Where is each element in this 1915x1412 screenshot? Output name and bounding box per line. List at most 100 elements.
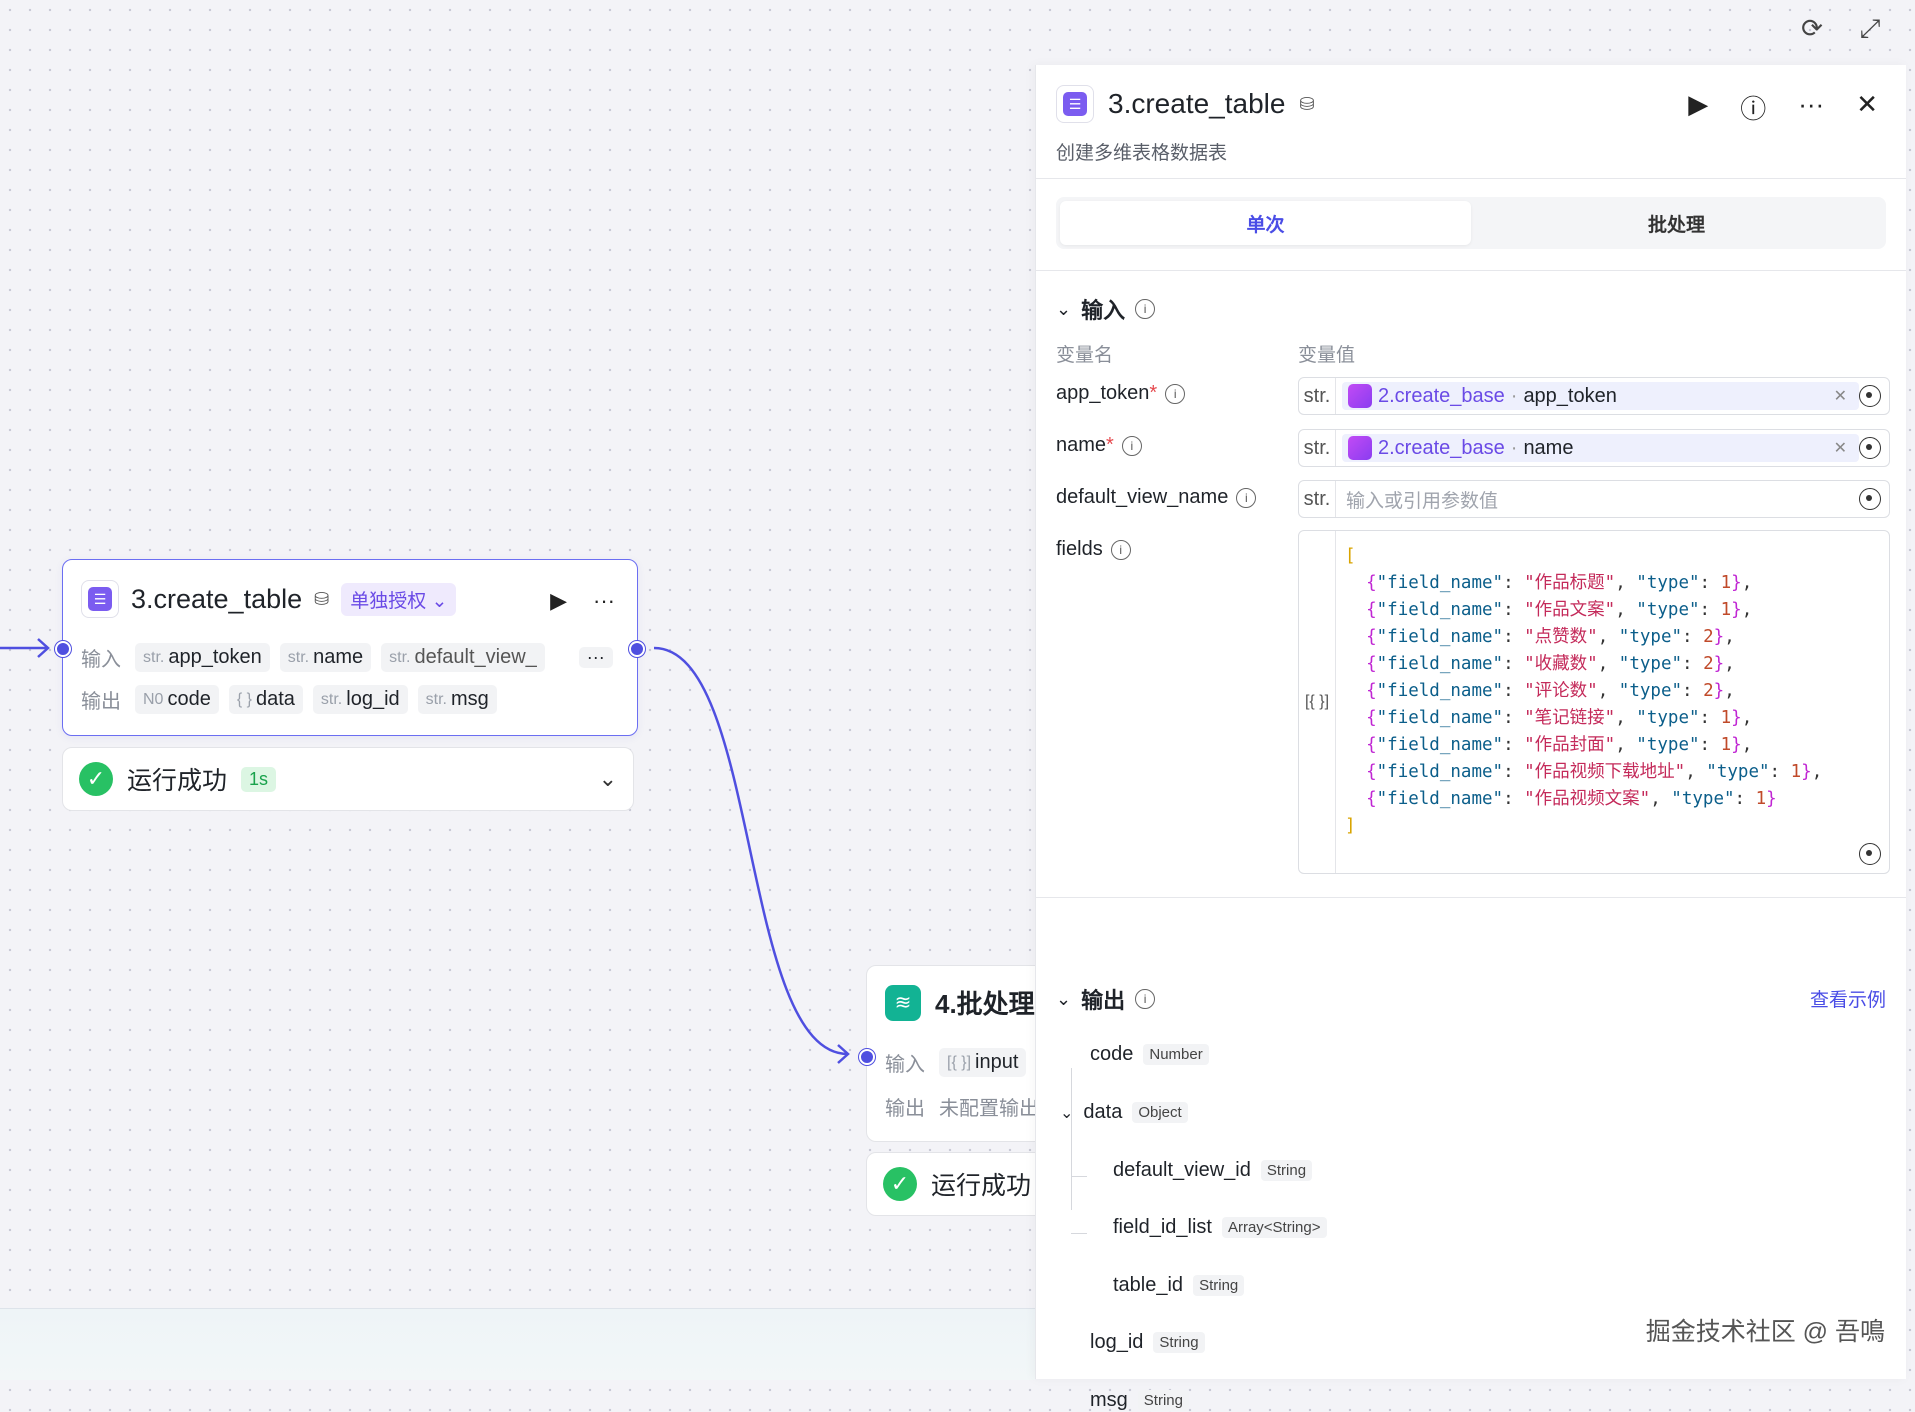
- node-title: 4.批处理: [935, 989, 1035, 1019]
- var-name-name: name* i: [1056, 434, 1142, 457]
- input-port[interactable]: [859, 1049, 875, 1065]
- divider: [1036, 270, 1906, 271]
- run-icon[interactable]: ▶: [1688, 89, 1708, 126]
- help-icon[interactable]: ⓘ: [1740, 89, 1766, 126]
- edge-incoming-arrow: [37, 638, 50, 658]
- node-output-row: 输出 N0 code { } data str. log_id str. msg: [81, 685, 497, 714]
- column-header-name: 变量名: [1056, 345, 1114, 366]
- node-header: ≋ 4.批处理: [885, 984, 1035, 1021]
- section-title: 输入: [1081, 298, 1126, 323]
- output-item-field-id-list: field_id_list Array<String>: [1113, 1216, 1327, 1239]
- tree-tick: [1071, 1176, 1087, 1177]
- status-text: 运行成功: [931, 1172, 1032, 1200]
- refresh-icon[interactable]: ⟳: [1797, 10, 1827, 46]
- chevron-down-icon[interactable]: ⌄: [1056, 989, 1071, 1010]
- plugin-icon: [1348, 384, 1372, 408]
- output-port[interactable]: [629, 641, 645, 657]
- info-icon[interactable]: i: [1236, 487, 1257, 508]
- success-check-icon: ✓: [79, 762, 113, 796]
- type-label: str.: [1299, 481, 1336, 517]
- output-label: 输出: [885, 1098, 925, 1120]
- view-example-link[interactable]: 查看示例: [1810, 985, 1886, 1012]
- database-icon: ⛁: [314, 588, 330, 609]
- info-icon[interactable]: i: [1135, 299, 1156, 319]
- node-input-row: 输入 [{ }] input: [885, 1048, 1027, 1077]
- auth-badge[interactable]: 单独授权 ⌄: [341, 582, 457, 616]
- tree-line: [1071, 1068, 1072, 1210]
- panel-actions: ▶ ⓘ ··· ✕: [1688, 89, 1878, 126]
- json-code[interactable]: [ {"field_name": "作品标题", "type": 1}, {"f…: [1345, 543, 1822, 840]
- divider: [1036, 897, 1906, 898]
- info-icon[interactable]: i: [1121, 435, 1142, 456]
- reference-tag[interactable]: 2.create_base · app_token ✕: [1342, 382, 1859, 410]
- input-label: 输入: [81, 649, 121, 671]
- var-value-default-view[interactable]: str. 输入或引用参数值: [1298, 480, 1890, 518]
- input-chip: str. default_view_: [381, 643, 545, 672]
- output-chip: str. msg: [417, 685, 497, 714]
- output-label: 输出: [81, 691, 121, 713]
- section-title: 输出: [1081, 988, 1126, 1013]
- panel-subtitle: 创建多维表格数据表: [1056, 143, 1228, 164]
- fields-json-editor[interactable]: [{ }] [ {"field_name": "作品标题", "type": 1…: [1298, 530, 1890, 874]
- run-icon[interactable]: ▶: [550, 588, 567, 614]
- chevron-down-icon[interactable]: ⌄: [599, 766, 617, 792]
- reference-picker-icon[interactable]: [1859, 843, 1881, 865]
- info-icon[interactable]: i: [1165, 383, 1186, 404]
- info-icon[interactable]: i: [1110, 539, 1131, 560]
- more-icon[interactable]: ···: [1798, 89, 1824, 126]
- mode-tabs: 单次 批处理: [1056, 197, 1886, 249]
- var-name-app-token: app_token* i: [1056, 382, 1186, 405]
- output-item-code: code Number: [1090, 1043, 1209, 1066]
- input-chip: [{ }] input: [939, 1048, 1027, 1077]
- node-title: 3.create_table: [131, 583, 303, 614]
- type-label: [{ }]: [1299, 531, 1336, 873]
- reference-picker-icon[interactable]: [1859, 488, 1881, 510]
- output-item-data[interactable]: ⌄ data Object: [1060, 1101, 1188, 1124]
- edge-arrow: [837, 1044, 850, 1064]
- status-text: 运行成功: [127, 767, 228, 795]
- close-icon[interactable]: ✕: [1856, 89, 1878, 126]
- clear-icon[interactable]: ✕: [1834, 438, 1847, 458]
- canvas-toolbar: ⟳ ⤢: [1797, 10, 1885, 46]
- reference-picker-icon[interactable]: [1859, 385, 1881, 407]
- node-header: ☰ 3.create_table ⛁ 单独授权 ⌄: [81, 580, 457, 618]
- chevron-down-icon[interactable]: ⌄: [1056, 299, 1071, 320]
- node-config-panel: ☰ 3.create_table ⛁ ▶ ⓘ ··· ✕ 创建多维表格数据表 单…: [1035, 65, 1906, 1411]
- tab-batch[interactable]: 批处理: [1471, 201, 1882, 245]
- panel-header: ☰ 3.create_table ⛁: [1056, 85, 1315, 123]
- column-header-value: 变量值: [1298, 345, 1356, 366]
- edge-node3-to-node4: [653, 646, 849, 1056]
- panel-title: 3.create_table: [1108, 88, 1286, 119]
- watermark: 掘金技术社区 @ 吾鳴: [1645, 1318, 1885, 1346]
- var-value-app-token[interactable]: str. 2.create_base · app_token ✕: [1298, 377, 1890, 415]
- layers-icon: ≋: [885, 984, 921, 1021]
- info-icon[interactable]: i: [1135, 989, 1156, 1009]
- var-value-name[interactable]: str. 2.create_base · name ✕: [1298, 429, 1890, 467]
- node-create-table[interactable]: ☰ 3.create_table ⛁ 单独授权 ⌄ ▶ ··· 输入 str. a…: [55, 559, 645, 736]
- input-port[interactable]: [55, 641, 71, 657]
- var-name-default-view: default_view_name i: [1056, 486, 1257, 509]
- divider: [1036, 178, 1906, 179]
- table-icon: ☰: [81, 580, 119, 618]
- output-item-msg: msg String: [1090, 1389, 1189, 1412]
- expand-icon[interactable]: ⤢: [1855, 10, 1885, 46]
- success-check-icon: ✓: [883, 1167, 917, 1201]
- tab-single[interactable]: 单次: [1060, 201, 1471, 245]
- more-inputs-button[interactable]: ···: [578, 647, 613, 668]
- reference-tag[interactable]: 2.create_base · name ✕: [1342, 434, 1859, 462]
- tree-tick: [1071, 1233, 1087, 1234]
- input-chip: str. name: [279, 643, 372, 672]
- reference-picker-icon[interactable]: [1859, 437, 1881, 459]
- output-section-header[interactable]: ⌄ 输出 i: [1056, 983, 1156, 1015]
- output-chip: str. log_id: [312, 685, 408, 714]
- clear-icon[interactable]: ✕: [1834, 386, 1847, 406]
- output-item-default-view-id: default_view_id String: [1113, 1159, 1313, 1182]
- input-section-header[interactable]: ⌄ 输入 i: [1056, 293, 1156, 325]
- node3-run-status[interactable]: ✓ 运行成功 1s ⌄: [62, 747, 634, 811]
- output-item-table-id: table_id String: [1113, 1274, 1245, 1297]
- more-icon[interactable]: ···: [593, 588, 615, 614]
- input-placeholder[interactable]: 输入或引用参数值: [1346, 486, 1498, 513]
- output-chip: { } data: [228, 685, 303, 714]
- table-icon: ☰: [1056, 85, 1094, 123]
- type-label: str.: [1299, 378, 1336, 414]
